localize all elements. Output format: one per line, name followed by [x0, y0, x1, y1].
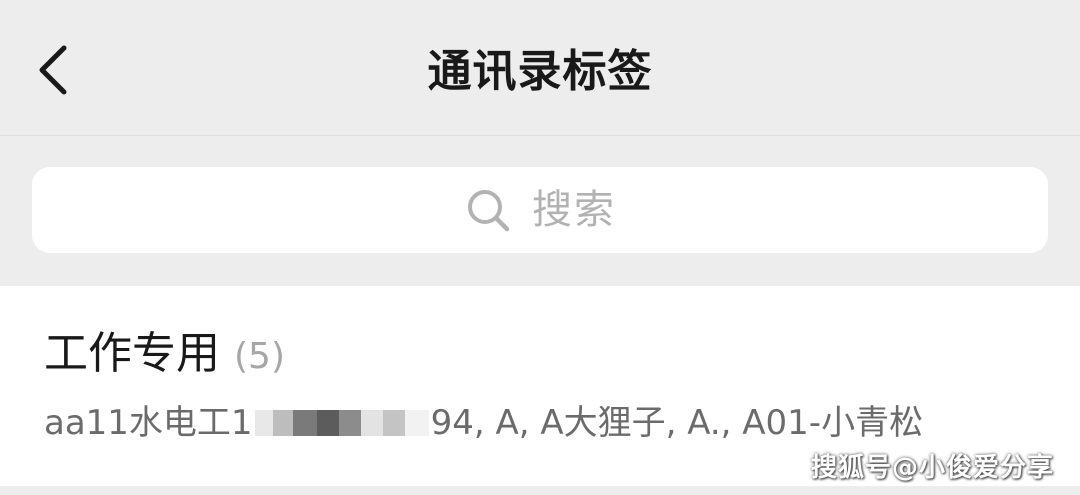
redacted-blur [254, 410, 429, 436]
tag-members-prefix: aa11水电工1 [44, 403, 253, 443]
tag-member-count: (5) [234, 336, 285, 377]
watermark: 搜狐号@小俊爱分享 [810, 453, 1054, 483]
page-title: 通讯录标签 [427, 46, 653, 97]
search-placeholder: 搜索 [532, 187, 616, 233]
contact-tags-page: 通讯录标签 搜索 工作专用 (5) aa11水电工1 94, A, A大狸子, … [0, 0, 1080, 495]
tag-name-row: 工作专用 (5) [44, 326, 285, 382]
nav-bar: 通讯录标签 [0, 0, 1080, 136]
search-input[interactable]: 搜索 [32, 167, 1048, 253]
tag-name: 工作专用 [44, 328, 220, 379]
search-icon [468, 190, 510, 232]
tag-member-list: aa11水电工1 94, A, A大狸子, A., A01-小青松 [44, 398, 923, 448]
search-area: 搜索 [0, 137, 1080, 284]
tag-members-suffix: 94, A, A大狸子, A., A01-小青松 [430, 403, 924, 443]
bottom-divider [0, 486, 1080, 495]
